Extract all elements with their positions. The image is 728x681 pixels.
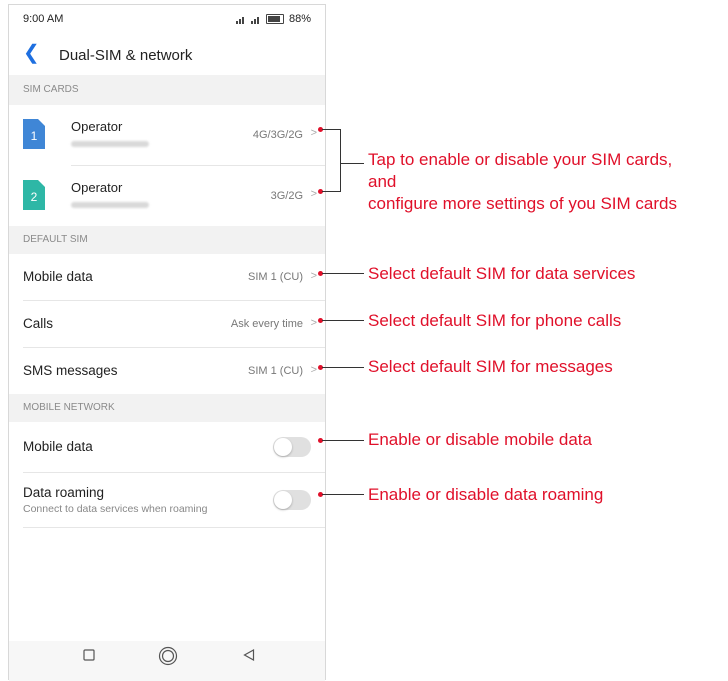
callout-line (322, 320, 364, 321)
section-label: DEFAULT SIM (23, 234, 88, 245)
annotation-mobile-data-toggle: Enable or disable mobile data (368, 430, 592, 449)
sim-card-1-name: Operator (71, 119, 123, 134)
phone-screen: 9:00 AM 88% ❮ Dual-SIM & network SIM CAR… (8, 4, 326, 681)
sim-card-row-2[interactable]: 2 Operator 3G/2G > (9, 166, 325, 226)
mobile-data-toggle-row[interactable]: Mobile data (9, 422, 325, 472)
battery-icon (265, 14, 284, 24)
sim-card-row-1[interactable]: 1 Operator 4G/3G/2G > (9, 105, 325, 165)
data-roaming-toggle-row[interactable]: Data roaming Connect to data services wh… (9, 473, 325, 527)
back-triangle-icon[interactable] (243, 649, 255, 661)
default-mobile-data-value: SIM 1 (CU) (248, 271, 303, 283)
svg-text:2: 2 (31, 190, 38, 204)
signal-icon (235, 15, 246, 24)
section-sim-cards: SIM CARDS (9, 75, 325, 105)
callout-line (322, 129, 340, 130)
data-roaming-label: Data roaming (23, 485, 105, 500)
battery-level: 88% (288, 13, 311, 25)
data-roaming-subtitle: Connect to data services when roaming (23, 503, 208, 515)
annotation-sim-cards-line3: configure more settings of you SIM cards (368, 194, 677, 213)
annotation-calls-default: Select default SIM for phone calls (368, 311, 622, 330)
default-sms-value: SIM 1 (CU) (248, 365, 303, 377)
signal-icon-2 (250, 15, 261, 24)
annotation-sim-cards-line1: Tap to enable or disable your SIM cards, (368, 150, 673, 169)
callout-line (322, 440, 364, 441)
recents-square-icon[interactable] (83, 649, 95, 661)
callout-line (322, 367, 364, 368)
data-roaming-toggle[interactable] (273, 490, 311, 510)
svg-text:1: 1 (31, 129, 38, 143)
default-calls-row[interactable]: Calls Ask every time > (9, 301, 325, 347)
callout-line (322, 191, 340, 192)
status-time: 9:00 AM (23, 13, 64, 25)
default-calls-label: Calls (23, 316, 54, 331)
sim-card-2-network: 3G/2G (270, 190, 303, 202)
divider (23, 527, 325, 528)
back-arrow-icon[interactable]: ❮ (23, 43, 40, 63)
sim-card-1-number-blurred (71, 141, 149, 147)
callout-line (340, 163, 364, 164)
home-circle-icon[interactable] (158, 646, 178, 666)
app-bar: ❮ Dual-SIM & network (9, 35, 325, 75)
callout-bracket (340, 129, 341, 192)
default-mobile-data-row[interactable]: Mobile data SIM 1 (CU) > (9, 254, 325, 300)
chevron-right-icon: > (310, 188, 317, 200)
annotation-sim-cards-line2: and (368, 172, 397, 191)
annotation-mobile-data-default: Select default SIM for data services (368, 264, 636, 283)
sim-card-2-name: Operator (71, 180, 123, 195)
mobile-data-toggle[interactable] (273, 437, 311, 457)
annotation-sms-default: Select default SIM for messages (368, 357, 613, 376)
annotation-roaming-toggle: Enable or disable data roaming (368, 485, 604, 504)
status-right: 88% (235, 13, 311, 25)
chevron-right-icon: > (310, 364, 317, 376)
section-label: MOBILE NETWORK (23, 402, 115, 413)
chevron-right-icon: > (310, 317, 317, 329)
callout-line (322, 273, 364, 274)
sim-card-2-number-blurred (71, 202, 149, 208)
mobile-data-label: Mobile data (23, 439, 93, 454)
section-default-sim: DEFAULT SIM (9, 226, 325, 254)
section-label: SIM CARDS (23, 84, 79, 95)
sim-card-2-icon: 2 (23, 180, 45, 210)
default-mobile-data-label: Mobile data (23, 269, 93, 284)
callout-line (322, 494, 364, 495)
sim-card-1-icon: 1 (23, 119, 45, 149)
status-bar: 9:00 AM 88% (9, 5, 325, 33)
chevron-right-icon: > (310, 127, 317, 139)
section-mobile-network: MOBILE NETWORK (9, 394, 325, 422)
sim-card-1-network: 4G/3G/2G (252, 129, 303, 141)
default-calls-value: Ask every time (230, 318, 303, 330)
navigation-bar (9, 641, 325, 681)
default-sms-label: SMS messages (23, 363, 118, 378)
chevron-right-icon: > (310, 270, 317, 282)
page-title: Dual-SIM & network (59, 47, 193, 64)
default-sms-row[interactable]: SMS messages SIM 1 (CU) > (9, 348, 325, 394)
